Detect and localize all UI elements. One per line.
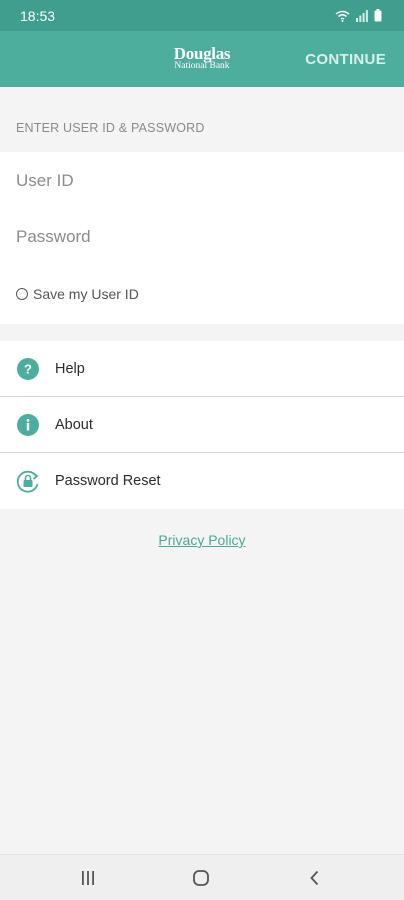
login-section-header: ENTER USER ID & PASSWORD	[16, 121, 205, 135]
back-icon[interactable]	[305, 868, 325, 888]
password-input[interactable]	[16, 217, 388, 257]
signal-icon	[356, 9, 368, 22]
menu-item-password-reset[interactable]: Password Reset	[0, 453, 404, 509]
menu-card: ? Help About Password Reset	[0, 341, 404, 509]
menu-item-help-label: Help	[55, 361, 85, 377]
password-reset-icon	[16, 470, 39, 493]
recent-apps-icon[interactable]	[78, 868, 98, 888]
status-time: 18:53	[20, 7, 56, 24]
save-user-id-label: Save my User ID	[33, 286, 139, 302]
menu-item-help[interactable]: ? Help	[0, 341, 404, 397]
menu-item-password-reset-label: Password Reset	[55, 473, 161, 489]
menu-item-about-label: About	[55, 417, 93, 433]
user-id-input[interactable]	[16, 161, 388, 201]
logo-line1: Douglas	[173, 44, 231, 63]
home-icon[interactable]	[191, 868, 211, 888]
menu-item-about[interactable]: About	[0, 397, 404, 453]
battery-icon	[374, 9, 382, 22]
status-icons	[335, 9, 382, 22]
save-user-id-radio[interactable]	[16, 288, 28, 300]
continue-button[interactable]: CONTINUE	[305, 51, 386, 68]
wifi-icon	[335, 10, 350, 22]
app-bar: Douglas National Bank CONTINUE	[0, 31, 404, 87]
save-user-id-option[interactable]: Save my User ID	[16, 286, 139, 302]
bank-logo: Douglas National Bank	[150, 45, 254, 72]
privacy-policy-link[interactable]: Privacy Policy	[158, 532, 245, 548]
info-icon	[17, 414, 39, 436]
status-bar: 18:53	[0, 0, 404, 31]
svg-text:?: ?	[24, 362, 32, 377]
system-navigation-bar	[0, 854, 404, 900]
help-icon: ?	[17, 358, 39, 380]
logo-line2: National Bank	[174, 61, 230, 71]
privacy-policy-container: Privacy Policy	[0, 532, 404, 550]
